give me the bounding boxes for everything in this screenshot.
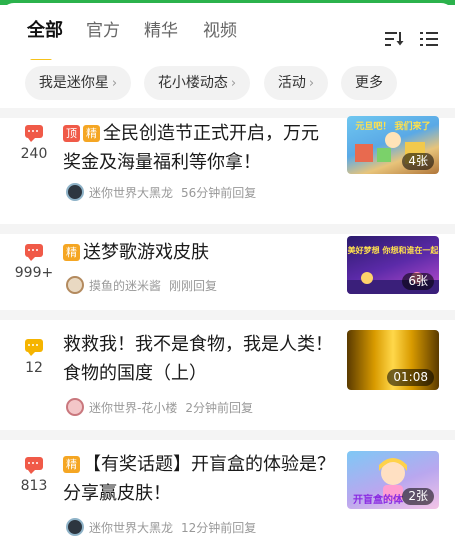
author-name[interactable]: 摸鱼的迷米酱 bbox=[89, 279, 161, 293]
reply-bubble-tail bbox=[28, 138, 35, 142]
chip-label: 我是迷你星 bbox=[38, 75, 109, 91]
reply-time: 2分钟前回复 bbox=[185, 401, 253, 415]
tab-featured[interactable]: 精华 bbox=[144, 16, 178, 41]
reply-time: 12分钟前回复 bbox=[181, 521, 257, 535]
chip-mini-star[interactable]: 我是迷你星 › bbox=[25, 66, 131, 100]
author-name[interactable]: 迷你世界-花小楼 bbox=[89, 401, 177, 415]
chip-events[interactable]: 活动 › bbox=[264, 66, 328, 100]
sort-icon[interactable] bbox=[384, 30, 404, 48]
thumbnail-caption: 美好梦想 你想和谁在一起 bbox=[348, 245, 439, 255]
author-name[interactable]: 迷你世界大黑龙 bbox=[89, 186, 173, 200]
post-item[interactable]: 240 顶精全民创造节正式开启，万元奖金及海量福利等你拿！ 迷你世界大黑龙 56分… bbox=[0, 116, 455, 224]
chip-label: 活动 bbox=[277, 75, 306, 91]
reply-bubble-icon bbox=[25, 125, 43, 138]
chevron-right-icon: › bbox=[111, 76, 118, 91]
reply-bubble-icon bbox=[25, 244, 43, 257]
pinned-tag: 顶 bbox=[63, 125, 80, 142]
chip-huaxiaolou-news[interactable]: 花小楼动态 › bbox=[144, 66, 250, 100]
divider bbox=[0, 310, 455, 320]
thumbnail-caption: 元旦吧！ 我们来了 bbox=[355, 120, 430, 132]
post-item[interactable]: 12 救救我！我不是食物，我是人类！食物的国度（上） 迷你世界-花小楼 2分钟前回… bbox=[0, 320, 455, 430]
featured-tag: 精 bbox=[63, 456, 80, 473]
post-title-text: 【有奖话题】开盲盒的体验是？分享赢皮肤！ bbox=[63, 454, 335, 504]
avatar[interactable] bbox=[66, 518, 84, 536]
post-title-text: 全民创造节正式开启，万元奖金及海量福利等你拿！ bbox=[63, 123, 319, 173]
avatar[interactable] bbox=[66, 398, 84, 416]
avatar[interactable] bbox=[66, 276, 84, 294]
post-thumbnail[interactable]: 元旦吧！ 我们来了 4张 bbox=[347, 116, 439, 174]
post-title-text: 救救我！我不是食物，我是人类！食物的国度（上） bbox=[63, 334, 333, 384]
post-meta: 迷你世界大黑龙 12分钟前回复 bbox=[66, 518, 256, 538]
author-name[interactable]: 迷你世界大黑龙 bbox=[89, 521, 173, 535]
chip-more[interactable]: 更多 bbox=[341, 66, 397, 100]
reply-bubble-tail bbox=[28, 470, 35, 474]
chip-label: 花小楼动态 bbox=[157, 75, 228, 91]
post-title[interactable]: 精【有奖话题】开盲盒的体验是？分享赢皮肤！ bbox=[63, 450, 335, 508]
reply-time: 刚刚回复 bbox=[169, 279, 218, 293]
reply-time: 56分钟前回复 bbox=[181, 186, 257, 200]
reply-bubble-tail bbox=[28, 352, 35, 356]
post-title[interactable]: 精送梦歌游戏皮肤 bbox=[63, 238, 335, 267]
reply-count: 813 bbox=[20, 478, 48, 494]
post-thumbnail[interactable]: 美好梦想 你想和谁在一起 6张 bbox=[347, 236, 439, 294]
tab-video[interactable]: 视频 bbox=[203, 16, 237, 41]
post-title[interactable]: 顶精全民创造节正式开启，万元奖金及海量福利等你拿！ bbox=[63, 119, 335, 177]
tab-all[interactable]: 全部 bbox=[27, 16, 63, 42]
chip-label: 更多 bbox=[355, 75, 383, 91]
reply-bubble-icon bbox=[25, 339, 43, 352]
chevron-right-icon: › bbox=[308, 76, 315, 91]
featured-tag: 精 bbox=[63, 244, 80, 261]
divider bbox=[0, 224, 455, 234]
reply-count: 999+ bbox=[14, 265, 54, 281]
reply-bubble-tail bbox=[28, 257, 35, 261]
image-count-badge: 2张 bbox=[402, 488, 434, 505]
avatar[interactable] bbox=[66, 183, 84, 201]
video-duration-badge: 01:08 bbox=[387, 369, 434, 386]
post-item[interactable]: 999+ 精送梦歌游戏皮肤 摸鱼的迷米酱 刚刚回复 美好梦想 你想和谁在一起 6张 bbox=[0, 234, 455, 310]
featured-tag: 精 bbox=[83, 125, 100, 142]
post-meta: 迷你世界-花小楼 2分钟前回复 bbox=[66, 398, 253, 418]
thumbnail-caption: 开盲盒的体 bbox=[353, 493, 404, 506]
image-count-badge: 6张 bbox=[402, 273, 434, 290]
tab-bar: 全部 官方 精华 视频 bbox=[0, 12, 455, 63]
reply-count: 240 bbox=[20, 146, 48, 162]
post-title-text: 送梦歌游戏皮肤 bbox=[83, 242, 209, 263]
tab-official[interactable]: 官方 bbox=[86, 16, 120, 41]
chevron-right-icon: › bbox=[230, 76, 237, 91]
post-thumbnail[interactable]: 开盲盒的体 2张 bbox=[347, 451, 439, 509]
post-title[interactable]: 救救我！我不是食物，我是人类！食物的国度（上） bbox=[63, 330, 335, 388]
post-meta: 迷你世界大黑龙 56分钟前回复 bbox=[66, 183, 256, 203]
list-filter-icon[interactable] bbox=[419, 30, 439, 48]
image-count-badge: 4张 bbox=[402, 153, 434, 170]
post-item[interactable]: 813 精【有奖话题】开盲盒的体验是？分享赢皮肤！ 迷你世界大黑龙 12分钟前回复… bbox=[0, 440, 455, 548]
video-thumbnail[interactable]: 01:08 bbox=[347, 330, 439, 390]
reply-bubble-icon bbox=[25, 457, 43, 470]
divider bbox=[0, 430, 455, 440]
post-meta: 摸鱼的迷米酱 刚刚回复 bbox=[66, 276, 217, 296]
reply-count: 12 bbox=[25, 360, 43, 376]
